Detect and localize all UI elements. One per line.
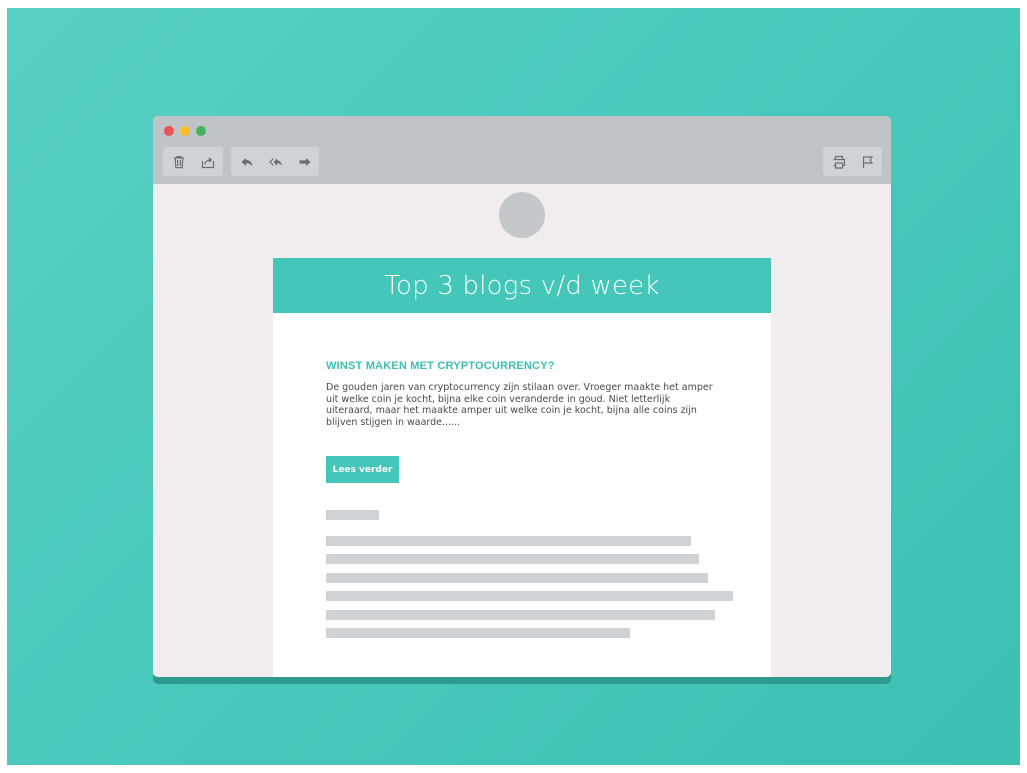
mail-window: Top 3 blogs v/d week WINST MAKEN MET CRY… [153, 116, 891, 677]
close-window-button[interactable] [164, 126, 174, 136]
toolbar-group-extra [823, 147, 882, 176]
move-to-button[interactable] [195, 149, 221, 175]
placeholder-line [326, 554, 699, 564]
print-icon [833, 155, 846, 169]
email-header-title: Top 3 blogs v/d week [384, 270, 660, 301]
toolbar-group-manage [163, 147, 223, 176]
toolbar-group-respond [231, 147, 319, 176]
window-titlebar [153, 116, 891, 184]
forward-button[interactable] [292, 149, 318, 175]
read-more-button[interactable]: Lees verder [326, 456, 399, 483]
move-to-icon [201, 156, 215, 168]
blog-post-card: WINST MAKEN MET CRYPTOCURRENCY? De goude… [326, 360, 726, 483]
maximize-window-button[interactable] [196, 126, 206, 136]
minimize-window-button[interactable] [180, 126, 190, 136]
trash-button[interactable] [166, 149, 192, 175]
reply-all-icon [269, 157, 283, 166]
sender-avatar [499, 192, 545, 238]
placeholder-line [326, 591, 733, 601]
flag-icon [862, 155, 874, 168]
print-button[interactable] [826, 149, 852, 175]
trash-icon [174, 155, 184, 168]
placeholder-line [326, 628, 630, 638]
email-body: Top 3 blogs v/d week WINST MAKEN MET CRY… [273, 258, 771, 677]
post-excerpt: De gouden jaren van cryptocurrency zijn … [326, 382, 713, 428]
reply-icon [241, 157, 253, 166]
reply-button[interactable] [234, 149, 260, 175]
forward-icon [299, 157, 311, 166]
post-title: WINST MAKEN MET CRYPTOCURRENCY? [326, 360, 555, 372]
placeholder-title-bar [326, 510, 379, 520]
placeholder-line [326, 573, 708, 583]
reply-all-button[interactable] [263, 149, 289, 175]
email-header-banner: Top 3 blogs v/d week [273, 258, 771, 313]
reading-pane: Top 3 blogs v/d week WINST MAKEN MET CRY… [153, 184, 891, 677]
flag-button[interactable] [855, 149, 881, 175]
placeholder-line [326, 536, 691, 546]
placeholder-line [326, 610, 715, 620]
